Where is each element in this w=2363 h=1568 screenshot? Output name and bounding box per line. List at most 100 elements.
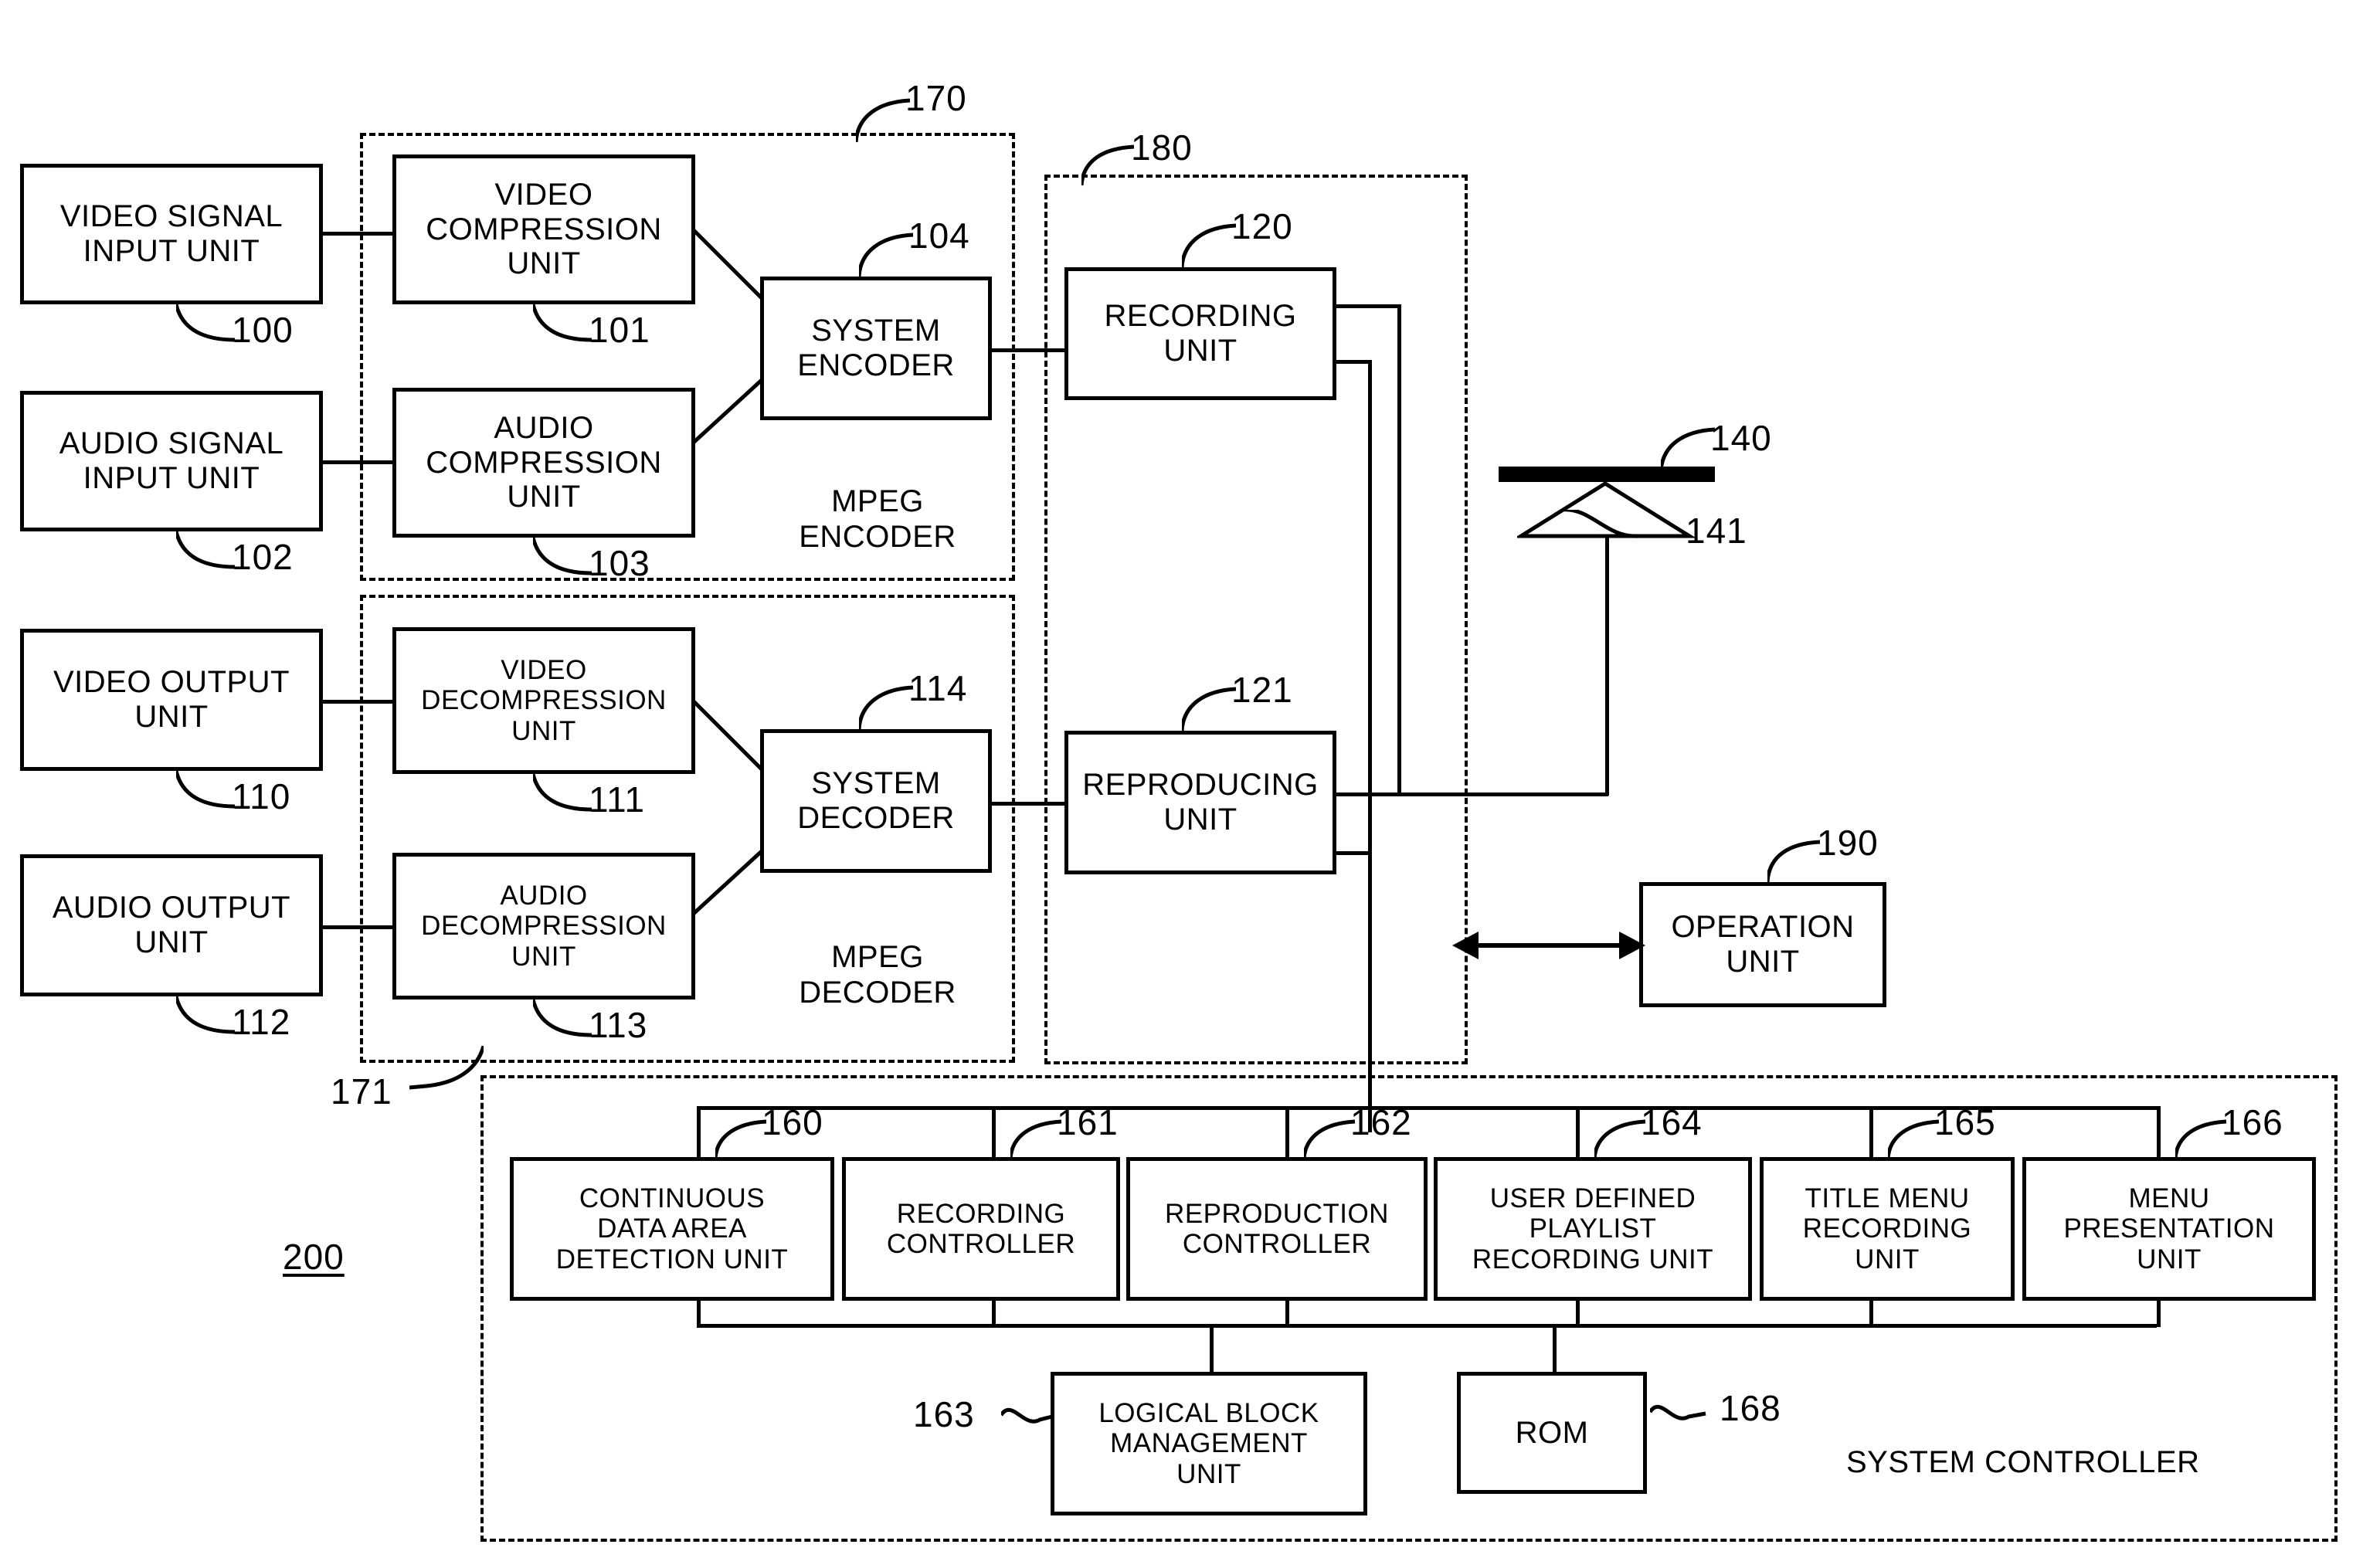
bus-stub-160-top: [697, 1106, 701, 1159]
block-title-menu-recording-unit[interactable]: TITLE MENU RECORDING UNIT: [1760, 1157, 2015, 1301]
bus-stub-166-bottom: [2157, 1299, 2161, 1327]
block-reproduction-controller[interactable]: REPRODUCTION CONTROLLER: [1126, 1157, 1428, 1301]
block-label: MENU PRESENTATION UNIT: [2063, 1183, 2275, 1274]
ref-190: 190: [1817, 823, 1879, 863]
block-label: REPRODUCTION CONTROLLER: [1165, 1198, 1389, 1259]
ref-180: 180: [1131, 127, 1193, 168]
ref-113: 113: [589, 1005, 648, 1045]
bus-stub-163: [1210, 1324, 1214, 1372]
block-label: VIDEO COMPRESSION UNIT: [426, 177, 662, 281]
ref-200: 200: [283, 1237, 345, 1277]
connector-reproducing-out-upper: [1336, 792, 1608, 796]
ref-171: 171: [331, 1071, 392, 1112]
connector-audio-out-to-audio-decomp: [323, 925, 392, 929]
block-video-decompression-unit[interactable]: VIDEO DECOMPRESSION UNIT: [392, 627, 695, 774]
ref-160: 160: [762, 1102, 823, 1142]
block-label: AUDIO DECOMPRESSION UNIT: [421, 881, 667, 972]
ref-141: 141: [1686, 511, 1747, 551]
connector-video-in-to-video-comp: [323, 232, 392, 236]
block-label: CONTINUOUS DATA AREA DETECTION UNIT: [555, 1183, 789, 1274]
connector-recording-out: [1336, 304, 1401, 308]
ref-168: 168: [1720, 1388, 1781, 1428]
bus-stub-161-bottom: [992, 1299, 996, 1327]
connector-recording-down: [1397, 304, 1401, 796]
block-continuous-data-area-detection-unit[interactable]: CONTINUOUS DATA AREA DETECTION UNIT: [510, 1157, 834, 1301]
block-menu-presentation-unit[interactable]: MENU PRESENTATION UNIT: [2022, 1157, 2316, 1301]
block-label: TITLE MENU RECORDING UNIT: [1802, 1183, 1972, 1274]
block-label: REPRODUCING UNIT: [1082, 768, 1319, 837]
leader-141: [1560, 510, 1676, 538]
connector-audio-in-to-audio-comp: [323, 460, 392, 464]
block-label: RECORDING UNIT: [1104, 299, 1297, 368]
block-audio-output-unit[interactable]: AUDIO OUTPUT UNIT: [20, 854, 323, 996]
block-rom[interactable]: ROM: [1457, 1372, 1647, 1494]
ref-103: 103: [589, 543, 650, 583]
bus-stub-162-bottom: [1285, 1299, 1289, 1327]
block-label: VIDEO OUTPUT UNIT: [53, 665, 290, 734]
block-reproducing-unit[interactable]: REPRODUCING UNIT: [1064, 731, 1336, 874]
ref-162: 162: [1350, 1102, 1412, 1142]
bus-stub-168: [1553, 1324, 1557, 1372]
block-user-defined-playlist-recording-unit[interactable]: USER DEFINED PLAYLIST RECORDING UNIT: [1434, 1157, 1752, 1301]
leader-163: [1001, 1407, 1053, 1424]
patent-figure-canvas: VIDEO SIGNAL INPUT UNIT AUDIO SIGNAL INP…: [0, 0, 2363, 1568]
ref-140: 140: [1710, 418, 1772, 458]
connector-recording-extra-down: [1368, 360, 1372, 1132]
block-label: USER DEFINED PLAYLIST RECORDING UNIT: [1472, 1183, 1714, 1274]
ref-102: 102: [232, 537, 294, 577]
block-operation-unit[interactable]: OPERATION UNIT: [1639, 882, 1886, 1007]
ref-111: 111: [589, 779, 645, 820]
block-system-decoder[interactable]: SYSTEM DECODER: [760, 729, 992, 873]
connector-video-out-to-video-decomp: [323, 700, 392, 704]
block-system-encoder[interactable]: SYSTEM ENCODER: [760, 277, 992, 420]
block-label: VIDEO DECOMPRESSION UNIT: [421, 655, 667, 746]
connector-pickup-stem: [1605, 535, 1609, 796]
bus-stub-164-top: [1576, 1106, 1580, 1159]
ref-100: 100: [232, 310, 294, 350]
ref-161: 161: [1057, 1102, 1119, 1142]
ref-170: 170: [905, 78, 967, 118]
bus-stub-165-top: [1869, 1106, 1873, 1159]
block-audio-compression-unit[interactable]: AUDIO COMPRESSION UNIT: [392, 388, 695, 538]
block-label: VIDEO SIGNAL INPUT UNIT: [59, 199, 283, 268]
block-recording-unit[interactable]: RECORDING UNIT: [1064, 267, 1336, 400]
bus-rail-bottom: [697, 1324, 2157, 1328]
leader-168: [1650, 1404, 1706, 1420]
bus-stub-164-bottom: [1576, 1299, 1580, 1327]
ref-165: 165: [1934, 1102, 1996, 1142]
bus-stub-161-top: [992, 1106, 996, 1159]
caption-mpeg-decoder: MPEG DECODER: [799, 940, 956, 1010]
block-label: SYSTEM ENCODER: [797, 314, 955, 382]
block-label: AUDIO COMPRESSION UNIT: [426, 410, 662, 514]
connector-reproducing-out-lower: [1336, 851, 1372, 855]
ref-163: 163: [913, 1394, 975, 1434]
ref-166: 166: [2222, 1102, 2283, 1142]
ref-101: 101: [589, 310, 650, 350]
block-label: AUDIO OUTPUT UNIT: [52, 891, 291, 959]
block-video-signal-input-unit[interactable]: VIDEO SIGNAL INPUT UNIT: [20, 164, 323, 304]
block-label: SYSTEM DECODER: [797, 766, 955, 835]
ref-110: 110: [232, 776, 291, 816]
ref-164: 164: [1641, 1102, 1703, 1142]
block-logical-block-management-unit[interactable]: LOGICAL BLOCK MANAGEMENT UNIT: [1051, 1372, 1367, 1515]
ref-114: 114: [908, 668, 968, 708]
block-label: ROM: [1515, 1415, 1589, 1450]
connector-recording-extra: [1336, 360, 1372, 364]
bidirectional-arrow-icon: [1452, 932, 1645, 959]
block-label: LOGICAL BLOCK MANAGEMENT UNIT: [1098, 1398, 1319, 1489]
ref-112: 112: [232, 1002, 291, 1042]
block-audio-signal-input-unit[interactable]: AUDIO SIGNAL INPUT UNIT: [20, 391, 323, 531]
bus-stub-165-bottom: [1869, 1299, 1873, 1327]
leader-171: [409, 1046, 484, 1090]
block-video-compression-unit[interactable]: VIDEO COMPRESSION UNIT: [392, 154, 695, 304]
bus-stub-162-top: [1285, 1106, 1289, 1159]
block-audio-decompression-unit[interactable]: AUDIO DECOMPRESSION UNIT: [392, 853, 695, 1000]
block-recording-controller[interactable]: RECORDING CONTROLLER: [842, 1157, 1120, 1301]
caption-system-controller: SYSTEM CONTROLLER: [1846, 1445, 2200, 1479]
ref-104: 104: [908, 216, 970, 256]
caption-mpeg-encoder: MPEG ENCODER: [799, 484, 956, 554]
block-label: OPERATION UNIT: [1671, 910, 1855, 979]
ref-121: 121: [1231, 670, 1293, 710]
block-video-output-unit[interactable]: VIDEO OUTPUT UNIT: [20, 629, 323, 771]
block-label: RECORDING CONTROLLER: [886, 1198, 1076, 1259]
